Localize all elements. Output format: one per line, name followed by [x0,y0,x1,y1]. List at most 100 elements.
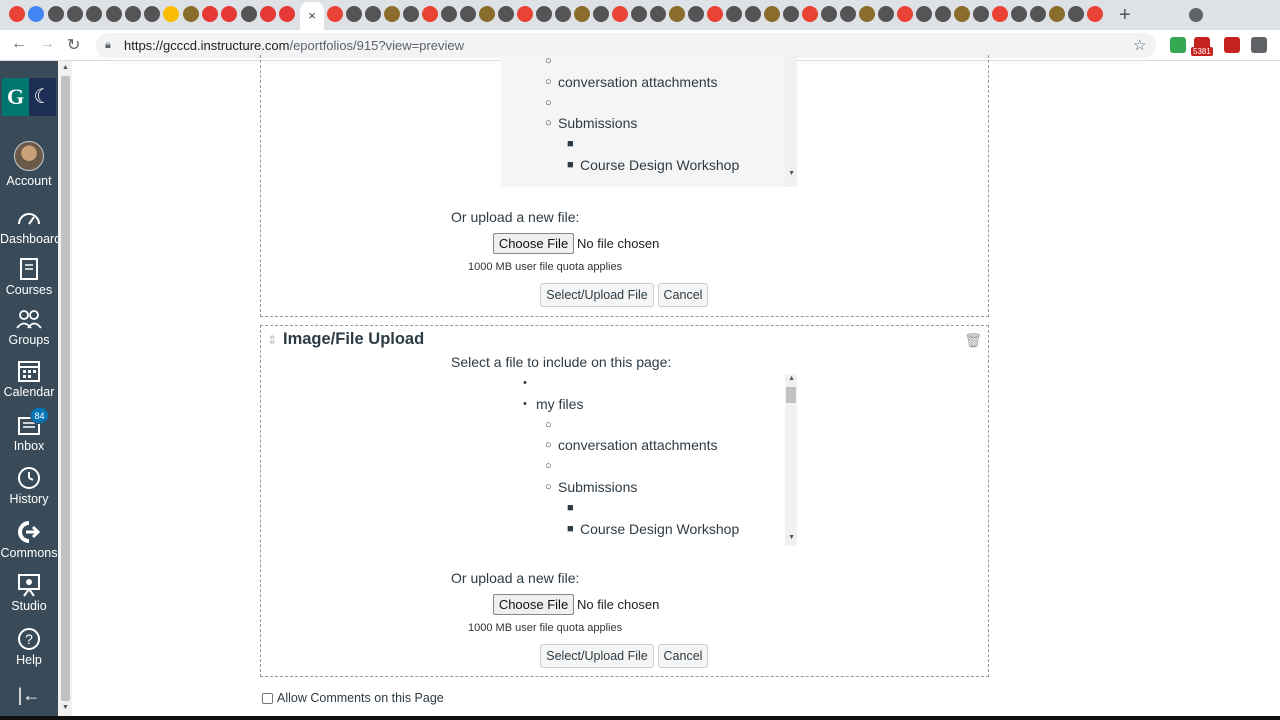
pinned-tab-favicon[interactable] [1030,6,1046,22]
pinned-tab-favicon[interactable] [202,6,218,22]
pinned-tab-favicon[interactable] [479,6,495,22]
drag-handle-icon[interactable]: ⇕ [267,333,277,347]
pinned-tab-favicon[interactable] [105,6,122,22]
tree-item[interactable]: ○ Submissions [545,115,637,131]
pinned-tab-favicon[interactable] [878,6,894,22]
file-tree-scrollbar-thumb[interactable] [786,387,796,403]
back-icon[interactable]: ← [11,35,27,53]
pinned-tab-favicon[interactable] [259,6,276,22]
puzzle-extension-icon[interactable] [1251,37,1267,53]
pinned-tab-favicon[interactable] [954,6,970,22]
pinned-tab-favicon[interactable] [422,6,438,22]
pinned-tab-favicon[interactable] [47,6,64,22]
pinned-tab-favicon[interactable] [1049,6,1065,22]
pinned-tab-favicon[interactable] [28,6,45,22]
nav-inbox[interactable]: 84 Inbox [0,407,58,453]
pinned-tab-favicon[interactable] [517,6,533,22]
tree-scroll-down-icon[interactable]: ▼ [788,170,795,177]
cancel-button[interactable]: Cancel [658,283,708,307]
pinned-tab-favicon[interactable] [726,6,742,22]
pinned-tab-favicon[interactable] [144,6,161,22]
pinned-tab-favicon[interactable] [1011,6,1027,22]
tree-item[interactable]: ○ Submissions [545,479,637,495]
pinned-tab-favicon[interactable] [916,6,932,22]
phone-extension-icon[interactable] [1170,37,1186,53]
tree-scroll-down-icon[interactable]: ▼ [788,534,795,541]
pinned-tab-favicon[interactable] [86,6,103,22]
pinned-tab-favicon[interactable] [441,6,457,22]
tree-item[interactable]: ○ conversation attachments [545,437,718,453]
ublock-extension-icon[interactable] [1224,37,1240,53]
bookmark-star-icon[interactable]: ☆ [1133,36,1146,54]
pinned-tab-favicon[interactable] [221,6,238,22]
pinned-tab-favicon[interactable] [802,6,818,22]
select-upload-button[interactable]: Select/Upload File [540,644,654,668]
pinned-tab-favicon[interactable] [327,6,343,22]
pinned-tab-favicon[interactable] [612,6,628,22]
pinned-tab-favicon[interactable] [66,6,83,22]
nav-courses[interactable]: Courses [0,257,58,297]
file-tree[interactable]: ○ ○ conversation attachments ○ ○ Submissions ■… [501,52,797,187]
pinned-tab-favicon[interactable] [574,6,590,22]
pinned-tab-favicon[interactable] [9,6,25,22]
collapse-nav-icon[interactable]: |← [0,685,58,706]
pinned-tab-favicon[interactable] [365,6,381,22]
pinned-tab-favicon[interactable] [460,6,476,22]
pinned-tab-favicon[interactable] [707,6,723,22]
pinned-tab-favicon[interactable] [346,6,362,22]
pinned-tab-favicon[interactable] [555,6,571,22]
allow-comments-checkbox[interactable] [262,692,273,704]
nav-commons[interactable]: Commons [0,520,58,560]
scroll-down-icon[interactable]: ▼ [62,704,69,711]
file-tree[interactable]: • • my files ○ ○ conversation attachments ○ ○ Su… [501,374,797,546]
pinned-tab-favicon[interactable] [859,6,875,22]
pinned-tab-favicon[interactable] [182,6,199,22]
pinned-tab-favicon[interactable] [403,6,419,22]
tree-item[interactable]: ■ Course Design Workshop [567,521,739,537]
pinned-tab-favicon[interactable] [783,6,799,22]
pinned-tab-favicon[interactable] [764,6,780,22]
forward-icon[interactable]: → [39,35,55,53]
tree-item[interactable]: • my files [523,396,583,412]
pinned-tab-favicon[interactable] [631,6,647,22]
select-upload-button[interactable]: Select/Upload File [540,283,654,307]
pinned-tab-favicon[interactable] [1068,6,1084,22]
institution-logo[interactable]: G ☾ [2,78,56,116]
pinned-tab-favicon[interactable] [279,6,296,22]
pinned-tab-favicon[interactable] [124,6,141,22]
pinned-tab-favicon[interactable] [498,6,514,22]
pinned-tab-favicon[interactable] [536,6,552,22]
page-scrollbar-thumb[interactable] [61,76,70,701]
nav-dashboard[interactable]: Dashboard [0,206,61,246]
pinned-tab-favicon[interactable] [745,6,761,22]
choose-file-button[interactable]: Choose File [493,594,574,615]
scroll-up-icon[interactable]: ▲ [62,64,69,71]
pinned-tab-favicon[interactable] [384,6,400,22]
pinned-tab-favicon[interactable] [669,6,685,22]
tree-item[interactable]: ○ conversation attachments [545,74,718,90]
tree-item[interactable]: ■ Course Design Workshop [567,157,739,173]
nav-history[interactable]: History [0,466,58,506]
pinned-tab-favicon[interactable] [935,6,951,22]
close-tab-icon[interactable]: × [308,8,316,23]
trash-icon[interactable]: 🗑︎ [964,332,982,349]
nav-help[interactable]: ? Help [0,627,58,667]
file-tree-scrollbar[interactable] [785,52,797,187]
pinned-tab-favicon[interactable] [821,6,837,22]
pinned-tab-favicon[interactable] [240,6,257,22]
pinned-tab-favicon[interactable] [163,6,180,22]
active-tab[interactable]: × [300,2,324,30]
choose-file-button[interactable]: Choose File [493,233,574,254]
pinned-tab-favicon[interactable] [992,6,1008,22]
pinned-tab-favicon[interactable] [593,6,609,22]
nav-groups[interactable]: Groups [0,307,58,347]
profile-icon[interactable] [1189,8,1203,22]
reload-icon[interactable]: ↻ [67,35,80,55]
cancel-button[interactable]: Cancel [658,644,708,668]
pinned-tab-favicon[interactable] [973,6,989,22]
pinned-tab-favicon[interactable] [840,6,856,22]
pinned-tab-favicon[interactable] [650,6,666,22]
tree-scroll-up-icon[interactable]: ▲ [788,375,795,382]
nav-studio[interactable]: Studio [0,573,58,613]
new-tab-button[interactable]: + [1119,4,1131,27]
